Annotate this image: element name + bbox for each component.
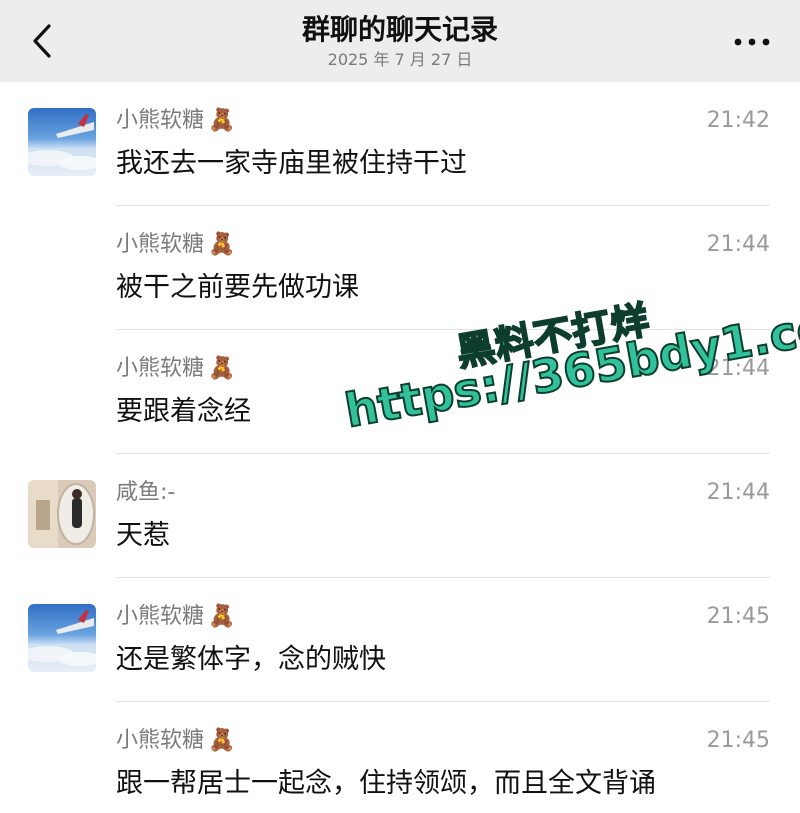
- message-text: 我还去一家寺庙里被住持干过: [116, 148, 467, 179]
- sender-name-text: 咸鱼:-: [116, 480, 176, 505]
- mirror-selfie-avatar-image: [28, 480, 96, 548]
- chat-message[interactable]: 小熊软糖 🧸 21:44 要跟着念经: [0, 330, 800, 454]
- chat-message[interactable]: 小熊软糖 🧸 21:44 被干之前要先做功课: [0, 206, 800, 330]
- chat-message[interactable]: 小熊软糖 🧸 21:45 还是繁体字，念的贼快: [0, 578, 800, 702]
- sender-name: 小熊软糖 🧸: [116, 106, 235, 136]
- sky-airplane-avatar-image: [28, 108, 96, 176]
- sky-airplane-avatar-image: [28, 604, 96, 672]
- chat-message[interactable]: 小熊软糖 🧸 21:45 跟一帮居士一起念，住持领颂，而且全文背诵: [0, 702, 800, 813]
- message-text: 还是繁体字，念的贼快: [116, 644, 386, 675]
- page-date: 2025 年 7 月 27 日: [327, 50, 473, 69]
- teddy-bear-icon: 🧸: [208, 356, 236, 381]
- message-time: 21:44: [706, 356, 770, 381]
- sender-name: 小熊软糖 🧸: [116, 354, 235, 384]
- message-text: 被干之前要先做功课: [116, 272, 359, 303]
- back-button[interactable]: [22, 18, 62, 64]
- sender-name: 咸鱼:-: [116, 478, 175, 508]
- avatar[interactable]: [28, 604, 96, 672]
- sender-name: 小熊软糖 🧸: [116, 602, 235, 632]
- more-dots-icon: [734, 38, 770, 46]
- sender-name-text: 小熊软糖: [116, 356, 205, 381]
- message-text: 要跟着念经: [116, 396, 251, 427]
- chat-header: 群聊的聊天记录 2025 年 7 月 27 日: [0, 0, 800, 82]
- page-title: 群聊的聊天记录: [301, 13, 498, 46]
- message-time: 21:44: [706, 232, 770, 257]
- teddy-bear-icon: 🧸: [208, 232, 236, 257]
- message-list: 小熊软糖 🧸 21:42 我还去一家寺庙里被住持干过 小熊软糖 🧸 21:44 …: [0, 82, 800, 813]
- sender-name: 小熊软糖 🧸: [116, 726, 235, 756]
- message-time: 21:45: [706, 604, 770, 629]
- sender-name-text: 小熊软糖: [116, 728, 205, 753]
- teddy-bear-icon: 🧸: [208, 108, 236, 133]
- message-time: 21:44: [706, 480, 770, 505]
- chat-message[interactable]: 咸鱼:- 21:44 天惹: [0, 454, 800, 578]
- sender-name-text: 小熊软糖: [116, 232, 205, 257]
- header-title-group: 群聊的聊天记录 2025 年 7 月 27 日: [200, 10, 600, 70]
- chat-message[interactable]: 小熊软糖 🧸 21:42 我还去一家寺庙里被住持干过: [0, 82, 800, 206]
- avatar[interactable]: [28, 480, 96, 548]
- chevron-left-icon: [33, 24, 51, 58]
- more-button[interactable]: [728, 22, 776, 62]
- sender-name: 小熊软糖 🧸: [116, 230, 235, 260]
- teddy-bear-icon: 🧸: [208, 728, 236, 753]
- message-text: 天惹: [116, 520, 170, 551]
- message-time: 21:45: [706, 728, 770, 753]
- message-time: 21:42: [706, 108, 770, 133]
- sender-name-text: 小熊软糖: [116, 108, 205, 133]
- sender-name-text: 小熊软糖: [116, 604, 205, 629]
- avatar[interactable]: [28, 108, 96, 176]
- message-text: 跟一帮居士一起念，住持领颂，而且全文背诵: [116, 768, 656, 799]
- teddy-bear-icon: 🧸: [208, 604, 236, 629]
